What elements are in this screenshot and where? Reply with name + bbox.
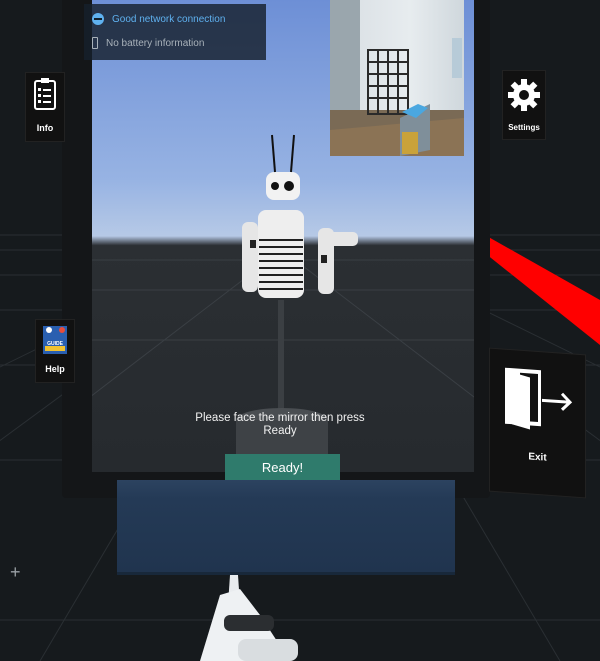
help-tile-caption: GUIDE [47,341,63,347]
checklist-icon [34,78,56,110]
settings-label: Settings [508,123,540,132]
info-button[interactable]: Info [26,73,64,141]
exit-button[interactable]: Exit [490,348,585,498]
camera-feed-image [330,0,464,156]
vr-scene: + Good network connection No battery inf… [0,0,600,661]
exit-door-icon [505,367,573,430]
instruction-text: Please face the mirror then press Ready [195,412,365,437]
ready-button[interactable]: Ready! [225,454,340,480]
settings-button[interactable]: Settings [503,71,545,139]
svg-text:+: + [10,562,21,582]
counter-block [117,480,455,575]
battery-status-text: No battery information [106,37,205,49]
status-panel: Good network connection No battery infor… [84,4,266,60]
network-icon [92,13,104,25]
robot-reflection [242,134,358,298]
gear-icon [508,79,540,111]
battery-icon [92,37,98,49]
help-button[interactable]: GUIDE Help [36,320,74,382]
camera-preview [330,0,464,156]
robot-stand [278,300,284,410]
controller-hand [200,575,298,661]
network-status: Good network connection [92,13,225,25]
network-status-text: Good network connection [112,13,226,25]
help-guide-icon [43,326,67,354]
battery-status: No battery information [92,37,204,49]
info-label: Info [36,123,54,133]
help-label: Help [45,364,65,374]
